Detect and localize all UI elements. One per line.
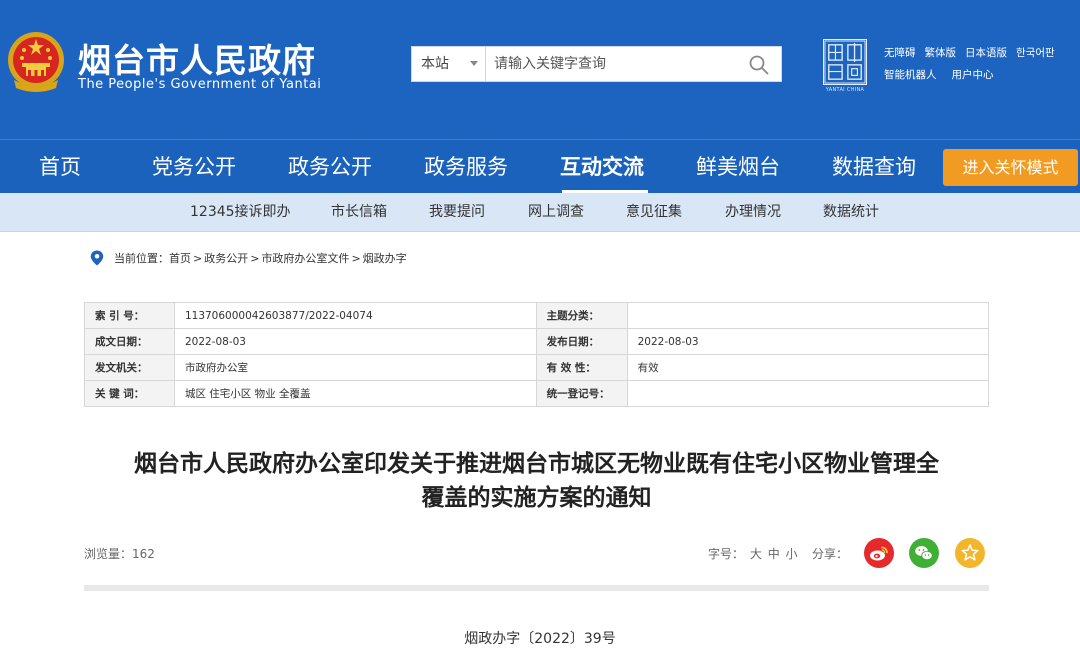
search-icon[interactable] <box>748 54 770 76</box>
top-links: 无障碍 繁体版 日本语版 한국어판 <box>884 45 1055 60</box>
site-title[interactable]: 烟台市人民政府 <box>78 34 316 82</box>
main-nav: 首页 党务公开 政务公开 政务服务 互动交流 鲜美烟台 数据查询 进入关怀模式 <box>0 139 1080 194</box>
meta-label-publish-date: 发布日期： <box>535 328 628 355</box>
sub-item-ask-question[interactable]: 我要提问 <box>429 193 485 232</box>
sub-item-handling-status[interactable]: 办理情况 <box>725 193 781 232</box>
meta-value-validity: 有效 <box>626 354 990 381</box>
meta-label-validity: 有 效 性： <box>535 354 628 381</box>
city-seal-caption: YANTAI CHINA <box>825 87 865 93</box>
search-input[interactable] <box>488 48 738 80</box>
location-pin-icon <box>90 250 104 266</box>
font-size-small-button[interactable]: 小 <box>786 547 798 561</box>
site-header: 烟台市人民政府 The People's Government of Yanta… <box>0 0 1080 139</box>
share-label: 分享： <box>812 547 849 561</box>
article-title: 烟台市人民政府办公室印发关于推进烟台市城区无物业既有住宅小区物业管理全 覆盖的实… <box>84 447 989 515</box>
article-title-line-2: 覆盖的实施方案的通知 <box>421 485 652 511</box>
share-weibo-button[interactable] <box>864 538 894 568</box>
nav-item-government-affairs[interactable]: 政务公开 <box>288 140 372 194</box>
font-size-large-button[interactable]: 大 <box>750 547 762 561</box>
table-row: 成文日期： 2022-08-03 发布日期： 2022-08-03 <box>84 328 990 355</box>
meta-label-keywords: 关 键 词： <box>84 380 175 407</box>
view-count-value: 162 <box>132 547 155 561</box>
meta-value-publish-date: 2022-08-03 <box>626 328 990 355</box>
nav-item-data-query[interactable]: 数据查询 <box>832 140 916 194</box>
article-divider <box>84 585 989 591</box>
sub-item-12345[interactable]: 12345接诉即办 <box>190 193 291 232</box>
sub-item-online-survey[interactable]: 网上调查 <box>528 193 584 232</box>
korean-link[interactable]: 한국어판 <box>1016 45 1055 60</box>
meta-value-registration-number <box>626 380 990 407</box>
breadcrumb-separator: > <box>193 251 203 265</box>
nav-item-government-services[interactable]: 政务服务 <box>424 140 508 194</box>
search-box: 本站 <box>411 46 782 82</box>
meta-value-written-date: 2022-08-03 <box>173 328 537 355</box>
smart-robot-link[interactable]: 智能机器人 <box>884 67 937 82</box>
nav-item-party-affairs[interactable]: 党务公开 <box>152 140 236 194</box>
traditional-chinese-link[interactable]: 繁体版 <box>925 45 957 60</box>
favorite-button[interactable] <box>955 538 985 568</box>
font-size-label: 字号： <box>708 547 745 561</box>
meta-label-index: 索 引 号： <box>84 302 175 329</box>
meta-value-issuer: 市政府办公室 <box>173 354 537 381</box>
meta-value-keywords: 城区 住宅小区 物业 全覆盖 <box>173 380 537 407</box>
meta-value-topic <box>626 302 990 329</box>
breadcrumb-document-type[interactable]: 烟政办字 <box>363 250 407 266</box>
national-emblem-icon <box>8 32 64 92</box>
japanese-link[interactable]: 日本语版 <box>965 45 1007 60</box>
chevron-down-icon <box>470 61 478 66</box>
nav-item-home[interactable]: 首页 <box>39 140 81 194</box>
user-center-link[interactable]: 用户中心 <box>952 67 994 82</box>
meta-label-topic: 主题分类： <box>535 302 628 329</box>
wechat-icon <box>909 538 939 568</box>
view-count: 浏览量：162 <box>84 545 155 562</box>
star-icon <box>955 538 985 568</box>
top-links-secondary: 智能机器人 用户中心 <box>884 67 994 82</box>
breadcrumb-government-affairs[interactable]: 政务公开 <box>204 250 248 266</box>
sub-item-opinion-collection[interactable]: 意见征集 <box>626 193 682 232</box>
sub-nav: 12345接诉即办 市长信箱 我要提问 网上调查 意见征集 办理情况 数据统计 <box>0 193 1080 232</box>
meta-value-index: 113706000042603877/2022-04074 <box>173 302 537 329</box>
table-row: 发文机关： 市政府办公室 有 效 性： 有效 <box>84 354 990 381</box>
sub-item-statistics[interactable]: 数据统计 <box>823 193 879 232</box>
article-title-line-1: 烟台市人民政府办公室印发关于推进烟台市城区无物业既有住宅小区物业管理全 <box>134 451 939 477</box>
view-count-label: 浏览量： <box>84 547 133 561</box>
site-subtitle: The People's Government of Yantai <box>78 77 322 92</box>
document-meta-table: 索 引 号： 113706000042603877/2022-04074 主题分… <box>84 302 990 407</box>
table-row: 索 引 号： 113706000042603877/2022-04074 主题分… <box>84 302 990 329</box>
breadcrumb-separator: > <box>250 251 260 265</box>
breadcrumb-home[interactable]: 首页 <box>169 250 191 266</box>
breadcrumb: 当前位置： 首页 > 政务公开 > 市政府办公室文件 > 烟政办字 <box>90 249 407 267</box>
font-size-medium-button[interactable]: 中 <box>768 547 780 561</box>
meta-label-registration-number: 统一登记号： <box>535 380 628 407</box>
document-number: 烟政办字〔2022〕39号 <box>464 631 616 647</box>
breadcrumb-separator: > <box>351 251 361 265</box>
breadcrumb-prefix: 当前位置： <box>114 252 169 265</box>
breadcrumb-office-documents[interactable]: 市政府办公室文件 <box>261 250 349 266</box>
table-row: 关 键 词： 城区 住宅小区 物业 全覆盖 统一登记号： <box>84 380 990 407</box>
share-wechat-button[interactable] <box>909 538 939 568</box>
meta-label-issuer: 发文机关： <box>84 354 175 381</box>
accessibility-link[interactable]: 无障碍 <box>884 45 916 60</box>
nav-item-beautiful-yantai[interactable]: 鲜美烟台 <box>696 140 780 194</box>
nav-item-interaction[interactable]: 互动交流 <box>560 140 644 194</box>
city-seal-icon <box>823 39 867 85</box>
sub-item-mayor-mailbox[interactable]: 市长信箱 <box>331 193 387 232</box>
weibo-icon <box>864 538 894 568</box>
meta-label-written-date: 成文日期： <box>84 328 175 355</box>
font-size-control: 字号： 大 中 小 <box>708 545 798 562</box>
care-mode-button[interactable]: 进入关怀模式 <box>943 149 1078 186</box>
